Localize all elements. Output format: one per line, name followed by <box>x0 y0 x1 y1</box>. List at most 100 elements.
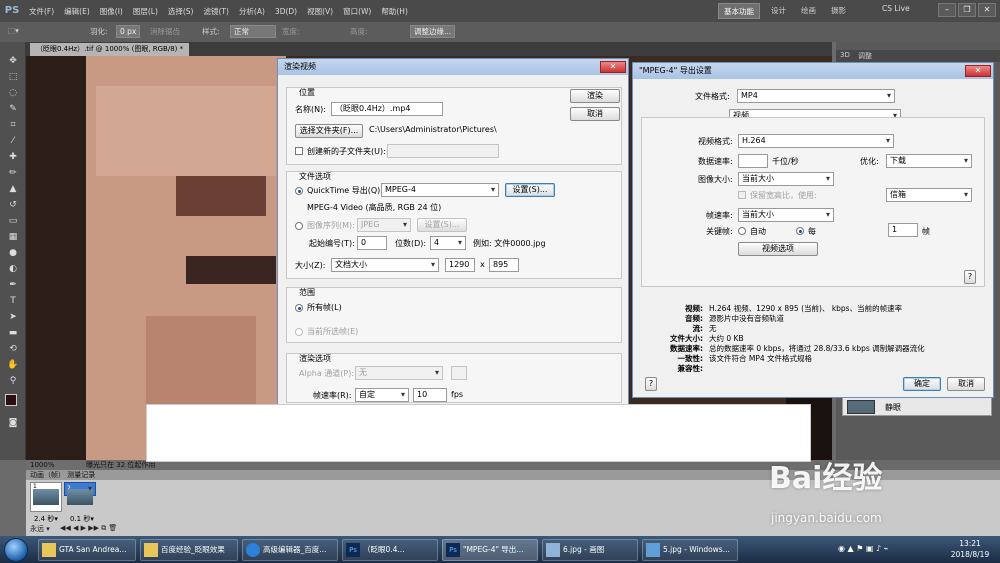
type-icon[interactable]: T <box>7 296 19 306</box>
menu-filter[interactable]: 滤镜(T) <box>199 6 234 17</box>
optimize-select[interactable]: 下载 <box>886 154 972 168</box>
workspace-photography[interactable]: 摄影 <box>826 3 851 19</box>
mpeg-cancel-button[interactable]: 取消 <box>947 377 985 391</box>
menu-edit[interactable]: 编辑(E) <box>59 6 95 17</box>
hand-icon[interactable]: ✋ <box>7 360 19 370</box>
taskbar-item[interactable]: 6.jpg - 画图 <box>542 539 638 561</box>
tab-adjustments[interactable]: 调整 <box>858 51 872 61</box>
frame-rate-field[interactable]: 10 <box>413 388 447 402</box>
menu-help[interactable]: 帮助(H) <box>376 6 413 17</box>
frame-rate-select[interactable]: 自定 <box>355 388 409 402</box>
workspace-essentials[interactable]: 基本功能 <box>718 3 760 19</box>
taskbar-item-active[interactable]: Ps "MPEG-4" 导出... <box>442 539 538 561</box>
menu-image[interactable]: 图像(I) <box>95 6 128 17</box>
frame-rate-select[interactable]: 当前大小 <box>738 208 834 222</box>
move-tool-icon[interactable]: ✥ <box>7 56 19 66</box>
menu-select[interactable]: 选择(S) <box>163 6 199 17</box>
frame-1-delay[interactable]: 2.4 秒▾ <box>34 514 58 524</box>
start-button[interactable] <box>4 538 28 562</box>
minimize-icon[interactable]: – <box>938 3 956 17</box>
crop-icon[interactable]: ⌗ <box>7 120 19 130</box>
keyframe-number-field[interactable]: 1 <box>888 223 918 237</box>
system-tray-icons[interactable]: ◉ ▲ ⚑ ▣ ♪ ⌁ <box>838 544 889 553</box>
start-number-field[interactable]: 0 <box>357 236 387 250</box>
name-field[interactable]: （眨眼0.4Hz）.mp4 <box>331 102 443 116</box>
healing-icon[interactable]: ✚ <box>7 152 19 162</box>
foreground-color-swatch[interactable] <box>5 394 17 406</box>
stamp-icon[interactable]: ▲ <box>7 184 19 194</box>
choose-folder-button[interactable]: 选择文件夹(F)... <box>295 124 363 138</box>
loop-select[interactable]: 永远 ▾ <box>30 524 50 534</box>
selected-frames-radio[interactable] <box>295 328 303 336</box>
keep-ratio-checkbox[interactable] <box>738 191 746 199</box>
blur-icon[interactable]: ● <box>7 248 19 258</box>
path-select-icon[interactable]: ➤ <box>7 312 19 322</box>
image-sequence-radio[interactable] <box>295 222 303 230</box>
menu-file[interactable]: 文件(F) <box>24 6 59 17</box>
refine-edge-button[interactable]: 调整边缘... <box>410 25 456 38</box>
marquee-icon[interactable]: ⬚ <box>7 72 19 82</box>
height-field[interactable]: 895 <box>489 258 519 272</box>
size-select[interactable]: 文档大小 <box>331 258 439 272</box>
lasso-icon[interactable]: ◌ <box>7 88 19 98</box>
image-sequence-select[interactable]: JPEG <box>357 218 411 232</box>
quicktime-format-select[interactable]: MPEG-4 <box>381 183 499 197</box>
width-field[interactable]: 1290 <box>445 258 475 272</box>
feather-input[interactable]: 0 px <box>116 25 141 38</box>
marquee-tool-icon[interactable]: ⬚▾ <box>8 26 19 35</box>
render-button[interactable]: 渲染 <box>570 89 620 103</box>
gradient-icon[interactable]: ▦ <box>7 232 19 242</box>
subfolder-checkbox[interactable] <box>295 147 303 155</box>
animation-frame-1[interactable]: 1 <box>30 482 62 512</box>
system-clock[interactable]: 13:21 2018/8/19 <box>944 538 996 560</box>
quicktime-settings-button[interactable]: 设置(S)... <box>505 183 555 197</box>
brush-icon[interactable]: ✏ <box>7 168 19 178</box>
taskbar-item[interactable]: Ps （眨眼0.4... <box>342 539 438 561</box>
layer-row[interactable]: 静眼 <box>842 396 992 416</box>
animation-frame-2[interactable]: 2 <box>64 482 96 505</box>
style-select[interactable]: 正常 <box>230 25 276 38</box>
playback-controls-icon[interactable]: ◀◀ ◀ ▶ ▶▶ ⧉ 🗑 <box>60 524 117 533</box>
pen-icon[interactable]: ✒ <box>7 280 19 290</box>
zoom-level[interactable]: 1000% <box>30 460 54 470</box>
alpha-select[interactable]: 无 <box>355 366 443 380</box>
quick-select-icon[interactable]: ✎ <box>7 104 19 114</box>
tab-3d[interactable]: 3D <box>840 51 850 59</box>
close-icon[interactable]: ✕ <box>965 65 991 77</box>
all-frames-radio[interactable] <box>295 304 303 312</box>
zoom-icon[interactable]: ⚲ <box>7 376 19 386</box>
3d-rotate-icon[interactable]: ⟲ <box>7 344 19 354</box>
ok-button[interactable]: 确定 <box>903 377 941 391</box>
video-options-button[interactable]: 视频选项 <box>738 242 818 256</box>
antialias-checkbox[interactable]: 消除锯齿 <box>150 26 180 37</box>
help-button-bottom[interactable]: ? <box>645 377 657 391</box>
menu-window[interactable]: 窗口(W) <box>338 6 376 17</box>
menu-layer[interactable]: 图层(L) <box>128 6 163 17</box>
workspace-design[interactable]: 设计 <box>766 3 791 19</box>
menu-analysis[interactable]: 分析(A) <box>234 6 270 17</box>
menu-view[interactable]: 视图(V) <box>302 6 338 17</box>
image-sequence-settings-button[interactable]: 设置(S)... <box>417 218 467 232</box>
dodge-icon[interactable]: ◐ <box>7 264 19 274</box>
close-icon[interactable]: ✕ <box>600 61 626 73</box>
cs-live[interactable]: CS Live <box>882 4 910 13</box>
help-button[interactable]: ? <box>964 270 976 284</box>
history-brush-icon[interactable]: ↺ <box>7 200 19 210</box>
keyframe-every-radio[interactable] <box>796 227 804 235</box>
render-cancel-button[interactable]: 取消 <box>570 107 620 121</box>
taskbar-item[interactable]: 5.jpg - Windows... <box>642 539 738 561</box>
shape-icon[interactable]: ▬ <box>7 328 19 338</box>
image-size-select[interactable]: 当前大小 <box>738 172 834 186</box>
workspace-painting[interactable]: 绘画 <box>796 3 821 19</box>
file-format-select[interactable]: MP4 <box>737 89 895 103</box>
taskbar-item[interactable]: GTA San Andrea... <box>38 539 136 561</box>
menu-3d[interactable]: 3D(D) <box>270 7 302 16</box>
quicktime-radio[interactable] <box>295 187 303 195</box>
subfolder-field[interactable] <box>387 144 499 158</box>
video-format-select[interactable]: H.264 <box>738 134 894 148</box>
restore-icon[interactable]: ❐ <box>958 3 976 17</box>
eraser-icon[interactable]: ▭ <box>7 216 19 226</box>
taskbar-item[interactable]: 高级编辑器_百度... <box>242 539 338 561</box>
eyedropper-icon[interactable]: ⁄ <box>7 136 19 146</box>
keep-ratio-select[interactable]: 信箱 <box>886 188 972 202</box>
